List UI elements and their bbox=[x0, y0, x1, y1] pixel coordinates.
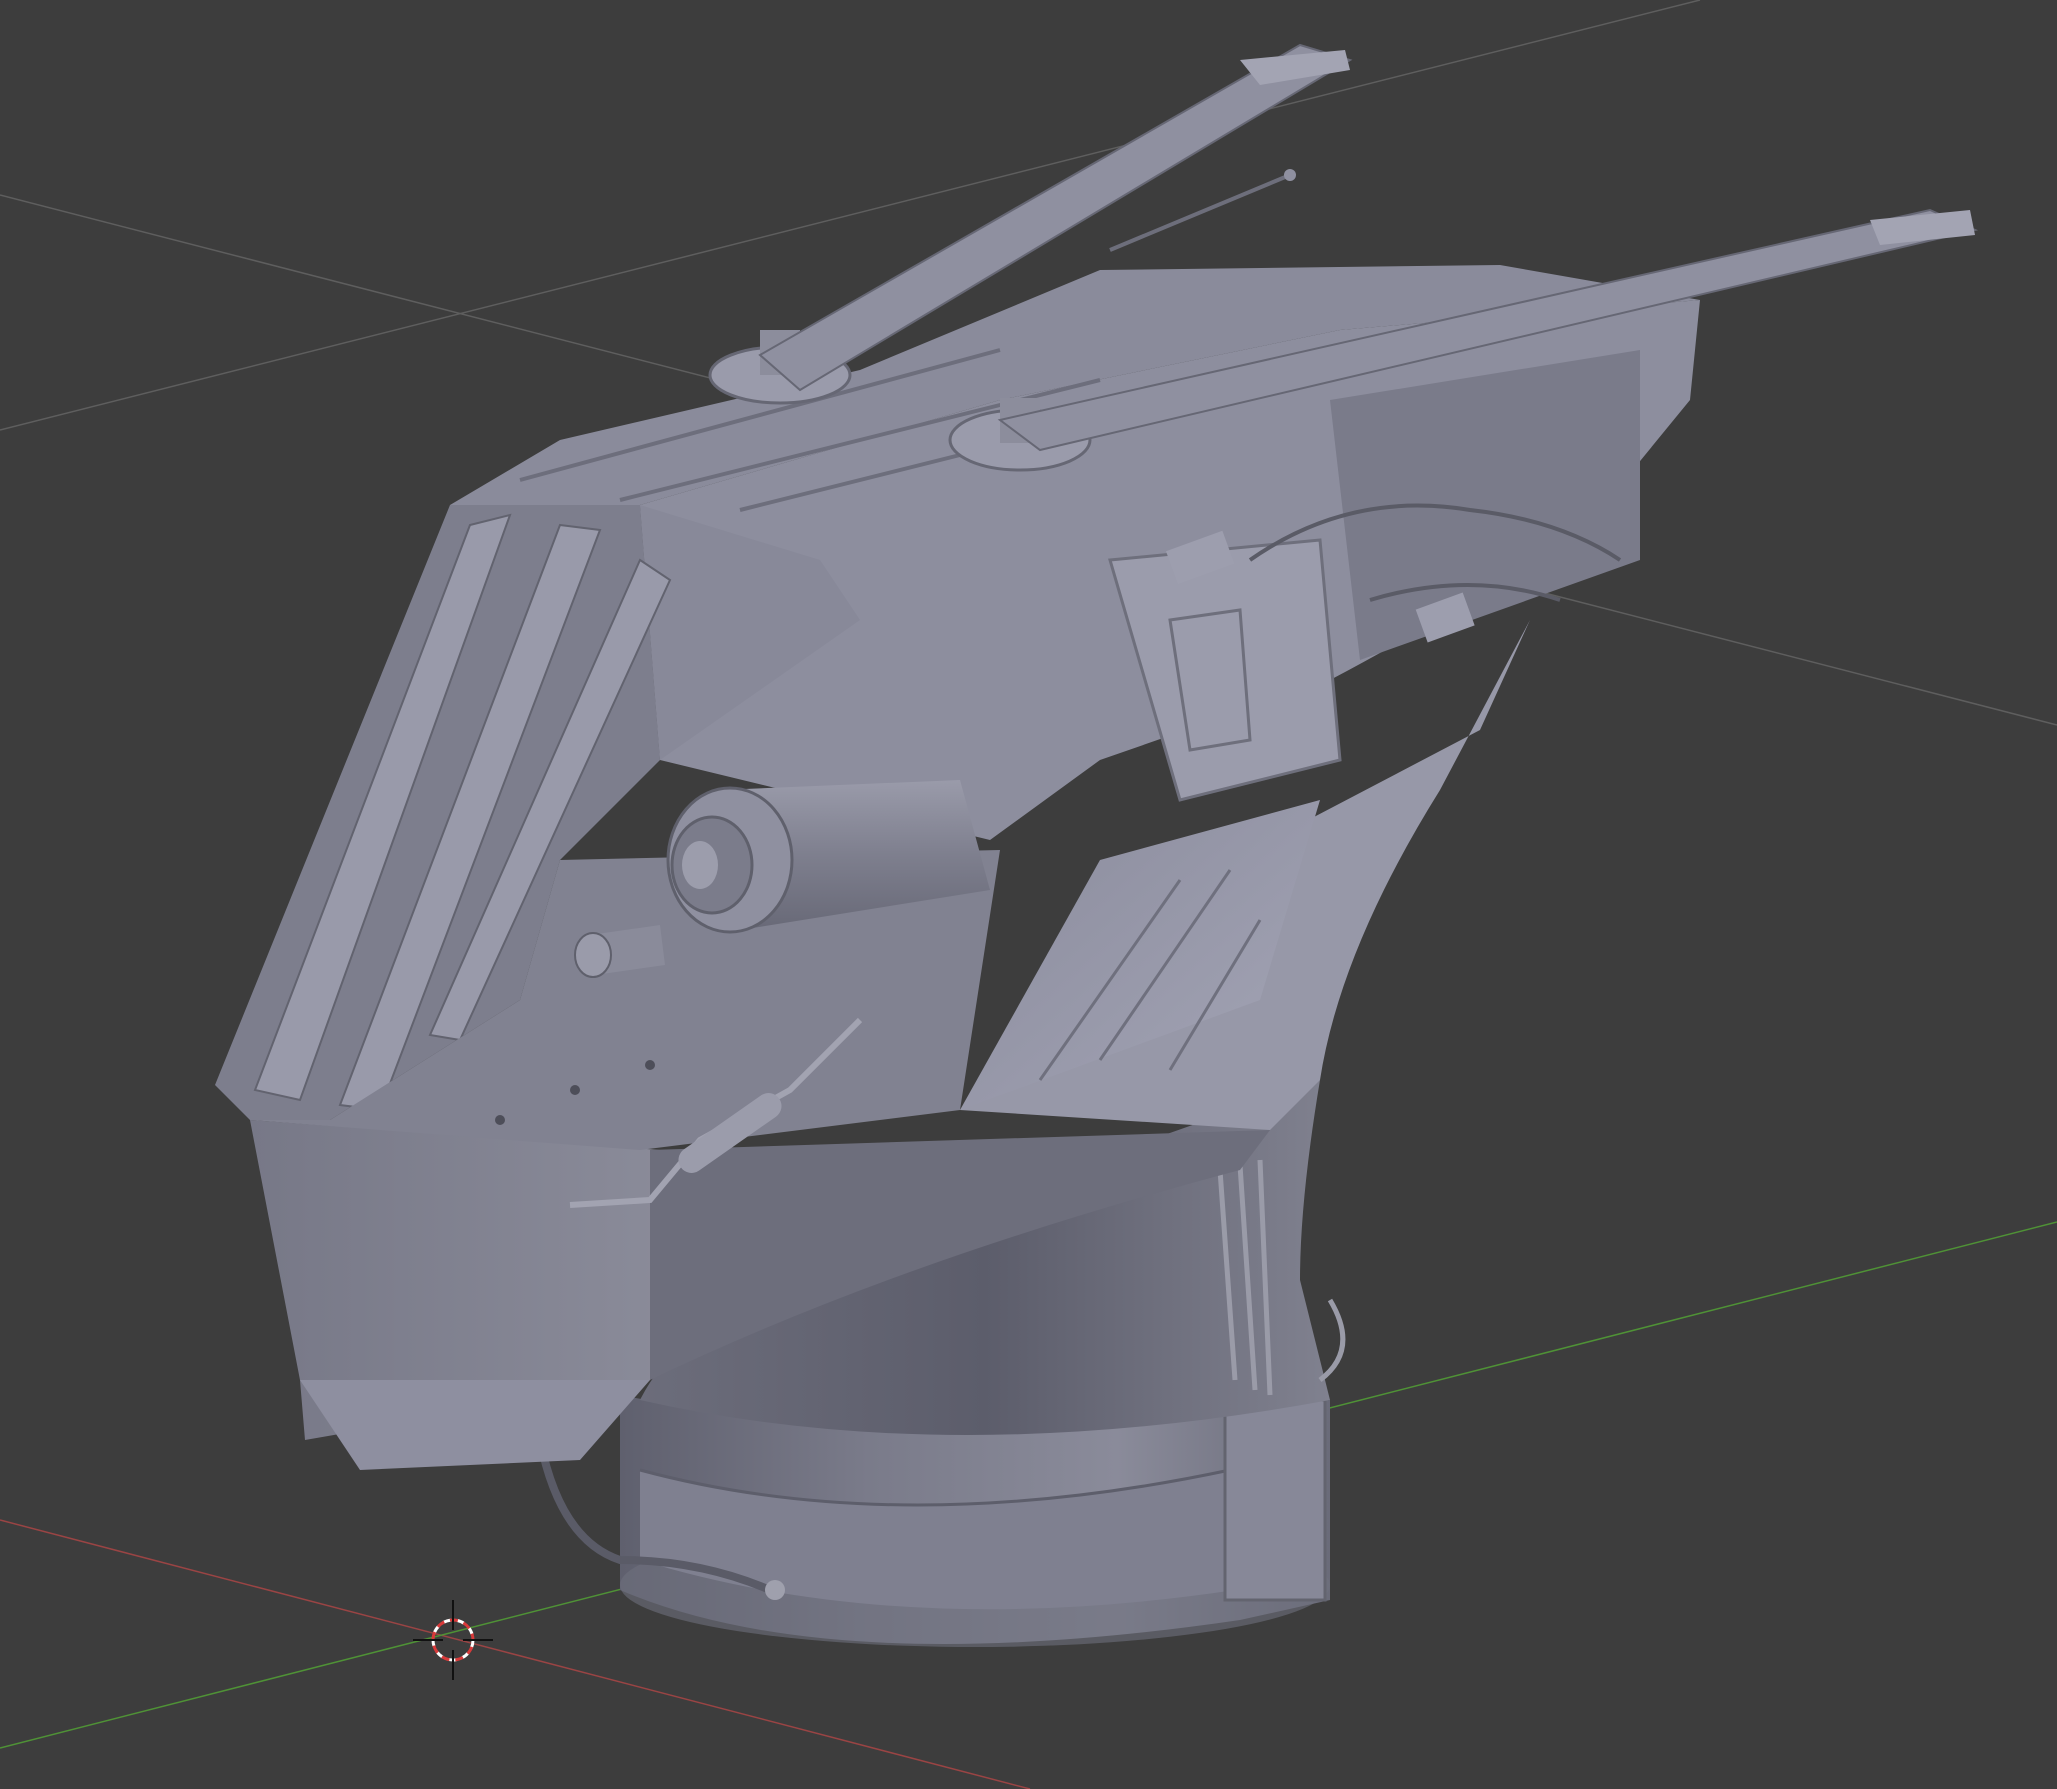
side-panel-recessed bbox=[1330, 350, 1640, 660]
3d-cursor-icon[interactable] bbox=[413, 1600, 493, 1680]
3d-viewport[interactable] bbox=[0, 0, 2057, 1789]
base-clamp bbox=[1223, 1398, 1327, 1602]
turret-model[interactable] bbox=[215, 43, 1979, 1647]
whip-antenna-tip bbox=[1284, 169, 1296, 181]
viewport-canvas[interactable] bbox=[0, 0, 2057, 1789]
chin-lip bbox=[300, 1380, 650, 1470]
side-hatch bbox=[1108, 538, 1342, 802]
hose-connector bbox=[765, 1580, 785, 1600]
